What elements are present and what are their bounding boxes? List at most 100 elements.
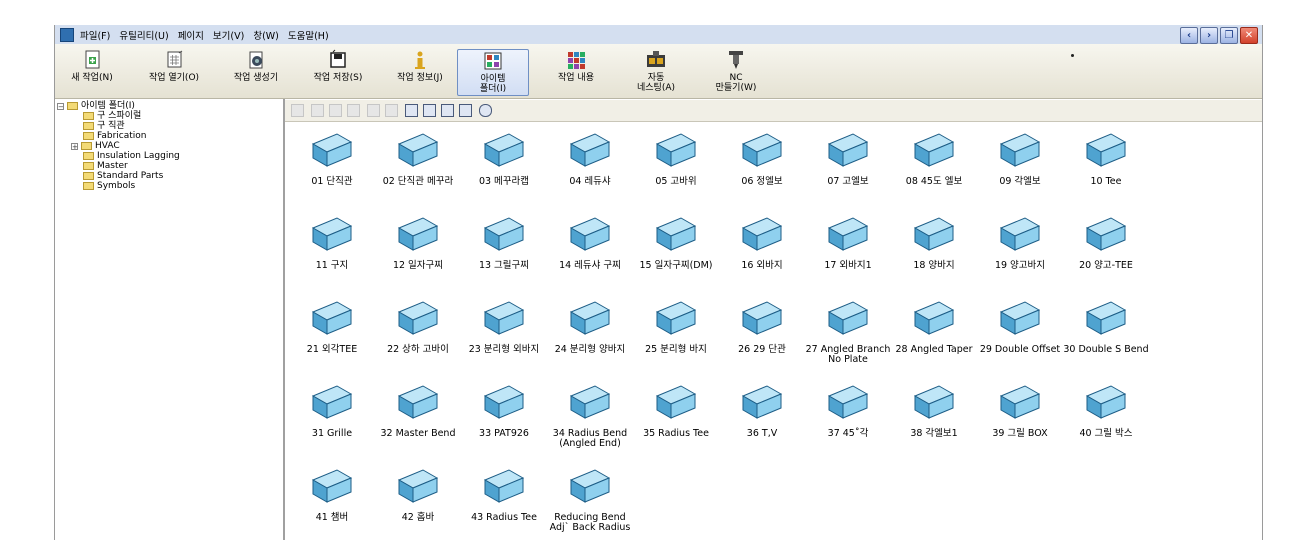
tree-item-label: 구 스파이럴 [97, 111, 142, 121]
item-tile[interactable]: 08 45도 엘보 [891, 128, 977, 187]
open-job-button[interactable]: 작업 열기(O) [139, 49, 209, 94]
menu-utility[interactable]: 유틸리티(U) [119, 28, 168, 42]
nc-make-icon [729, 51, 743, 69]
cut-icon[interactable] [311, 104, 324, 117]
item-tile[interactable]: 26 29 단관 [719, 296, 805, 355]
save-job-label: 작업 저장(S) [313, 73, 363, 83]
item-tile[interactable]: 04 레듀샤 [547, 128, 633, 187]
item-tile[interactable]: 37 45˚각 [805, 380, 891, 439]
item-tile[interactable]: 16 외바지 [719, 212, 805, 271]
tree-item-fabrication[interactable]: Fabrication [83, 131, 146, 141]
menu-page[interactable]: 페이지 [178, 28, 204, 42]
job-generator-button[interactable]: 작업 생성기 [221, 49, 291, 94]
folder-icon [83, 152, 94, 160]
tree-root[interactable]: − 아이템 폴더(I) [57, 101, 135, 111]
tree-item-old-spiral[interactable]: 구 스파이럴 [83, 111, 141, 121]
expand-icon[interactable]: + [71, 142, 78, 150]
item-tile[interactable]: 35 Radius Tee [633, 380, 719, 439]
item-label: 11 구지 [315, 260, 349, 271]
close-button[interactable]: ✕ [1240, 27, 1258, 44]
item-tile[interactable]: 05 고바위 [633, 128, 719, 187]
item-tile[interactable]: 13 그릴구찌 [461, 212, 547, 271]
item-tile[interactable]: Reducing Bend Adj` Back Radius [547, 464, 633, 533]
item-tile[interactable]: 19 양고바지 [977, 212, 1063, 271]
item-tile[interactable]: 22 상하 고바이 [375, 296, 461, 355]
item-tile[interactable]: 41 챔버 [289, 464, 375, 523]
job-contents-button[interactable]: 작업 내용 [541, 49, 611, 94]
item-tile[interactable]: 15 일자구찌(DM) [633, 212, 719, 271]
nav-back-button[interactable]: ‹ [1180, 27, 1198, 44]
item-tile[interactable]: 43 Radius Tee [461, 464, 547, 523]
item-tile[interactable]: 12 일자구찌 [375, 212, 461, 271]
app-window: 파일(F) 유틸리티(U) 페이지 보기(V) 창(W) 도움말(H) ‹ › … [54, 25, 1263, 540]
paste-item-icon[interactable] [291, 104, 304, 117]
item-tile[interactable]: 25 분리형 바지 [633, 296, 719, 355]
duct-fitting-icon [393, 212, 443, 256]
item-tile[interactable]: 40 그릴 박스 [1063, 380, 1149, 439]
folder-tree: − 아이템 폴더(I) 구 스파이럴 구 직관 Fabrication + HV… [55, 99, 285, 540]
job-generator-icon [249, 51, 263, 69]
tree-item-insulation-lagging[interactable]: Insulation Lagging [83, 151, 180, 161]
item-tile[interactable]: 34 Radius Bend (Angled End) [547, 380, 633, 449]
item-tile[interactable]: 30 Double S Bend [1063, 296, 1149, 355]
details-view-icon[interactable] [459, 104, 472, 117]
restore-button[interactable]: ❐ [1220, 27, 1238, 44]
item-tile[interactable]: 28 Angled Taper [891, 296, 977, 355]
item-tile[interactable]: 10 Tee [1063, 128, 1149, 187]
job-info-button[interactable]: 작업 정보(J) [385, 49, 455, 94]
item-tile[interactable]: 09 각엘보 [977, 128, 1063, 187]
item-tile[interactable]: 24 분리형 양바지 [547, 296, 633, 355]
tree-item-symbols[interactable]: Symbols [83, 181, 135, 191]
item-tile[interactable]: 01 단직관 [289, 128, 375, 187]
copy-icon[interactable] [329, 104, 342, 117]
small-icons-view-icon[interactable] [423, 104, 436, 117]
menu-view[interactable]: 보기(V) [213, 28, 244, 42]
item-tile[interactable]: 29 Double Offset [977, 296, 1063, 355]
tree-item-old-straight[interactable]: 구 직관 [83, 121, 125, 131]
tree-item-standard-parts[interactable]: Standard Parts [83, 171, 163, 181]
item-label: 02 단직관 메꾸라 [382, 176, 454, 187]
new-job-button[interactable]: 새 작업(N) [57, 49, 127, 94]
duct-fitting-icon [565, 212, 615, 256]
item-label: 39 그릴 BOX [992, 428, 1048, 439]
item-tile[interactable]: 33 PAT926 [461, 380, 547, 439]
item-tile[interactable]: 07 고엘보 [805, 128, 891, 187]
item-label: 16 외바지 [741, 260, 783, 271]
auto-nesting-button[interactable]: 자동 네스팅(A) [621, 49, 691, 94]
item-tile[interactable]: 03 메꾸라캡 [461, 128, 547, 187]
item-tile[interactable]: 11 구지 [289, 212, 375, 271]
item-tile[interactable]: 27 Angled Branch No Plate [805, 296, 891, 365]
tree-item-master[interactable]: Master [83, 161, 128, 171]
item-tile[interactable]: 14 레듀샤 구찌 [547, 212, 633, 271]
large-icons-view-icon[interactable] [405, 104, 418, 117]
paste-icon[interactable] [347, 104, 360, 117]
properties-icon[interactable] [385, 104, 398, 117]
item-tile[interactable]: 20 양고-TEE [1063, 212, 1149, 271]
list-view-icon[interactable] [441, 104, 454, 117]
item-tile[interactable]: 06 정엘보 [719, 128, 805, 187]
item-tile[interactable]: 31 Grille [289, 380, 375, 439]
nc-make-button[interactable]: NC 만들기(W) [701, 49, 771, 94]
nav-forward-button[interactable]: › [1200, 27, 1218, 44]
item-tile[interactable]: 39 그릴 BOX [977, 380, 1063, 439]
menu-help[interactable]: 도움말(H) [288, 28, 329, 42]
item-folder-button[interactable]: 아이템 폴더(I) [457, 49, 529, 96]
item-tile[interactable]: 02 단직관 메꾸라 [375, 128, 461, 187]
menu-window[interactable]: 창(W) [253, 28, 279, 42]
search-item-icon[interactable] [479, 104, 492, 117]
menu-file[interactable]: 파일(F) [80, 28, 110, 42]
folder-icon [83, 122, 94, 130]
item-tile[interactable]: 18 양바지 [891, 212, 977, 271]
save-job-button[interactable]: 작업 저장(S) [303, 49, 373, 94]
item-tile[interactable]: 23 분리형 외바지 [461, 296, 547, 355]
item-tile[interactable]: 36 T,V [719, 380, 805, 439]
item-tile[interactable]: 17 외바지1 [805, 212, 891, 271]
item-label: 30 Double S Bend [1063, 344, 1149, 355]
item-tile[interactable]: 38 각엘보1 [891, 380, 977, 439]
item-tile[interactable]: 21 외각TEE [289, 296, 375, 355]
item-tile[interactable]: 32 Master Bend [375, 380, 461, 439]
delete-icon[interactable] [367, 104, 380, 117]
tree-item-hvac[interactable]: + HVAC [71, 141, 120, 151]
collapse-icon[interactable]: − [57, 102, 64, 110]
item-tile[interactable]: 42 홈바 [375, 464, 461, 523]
